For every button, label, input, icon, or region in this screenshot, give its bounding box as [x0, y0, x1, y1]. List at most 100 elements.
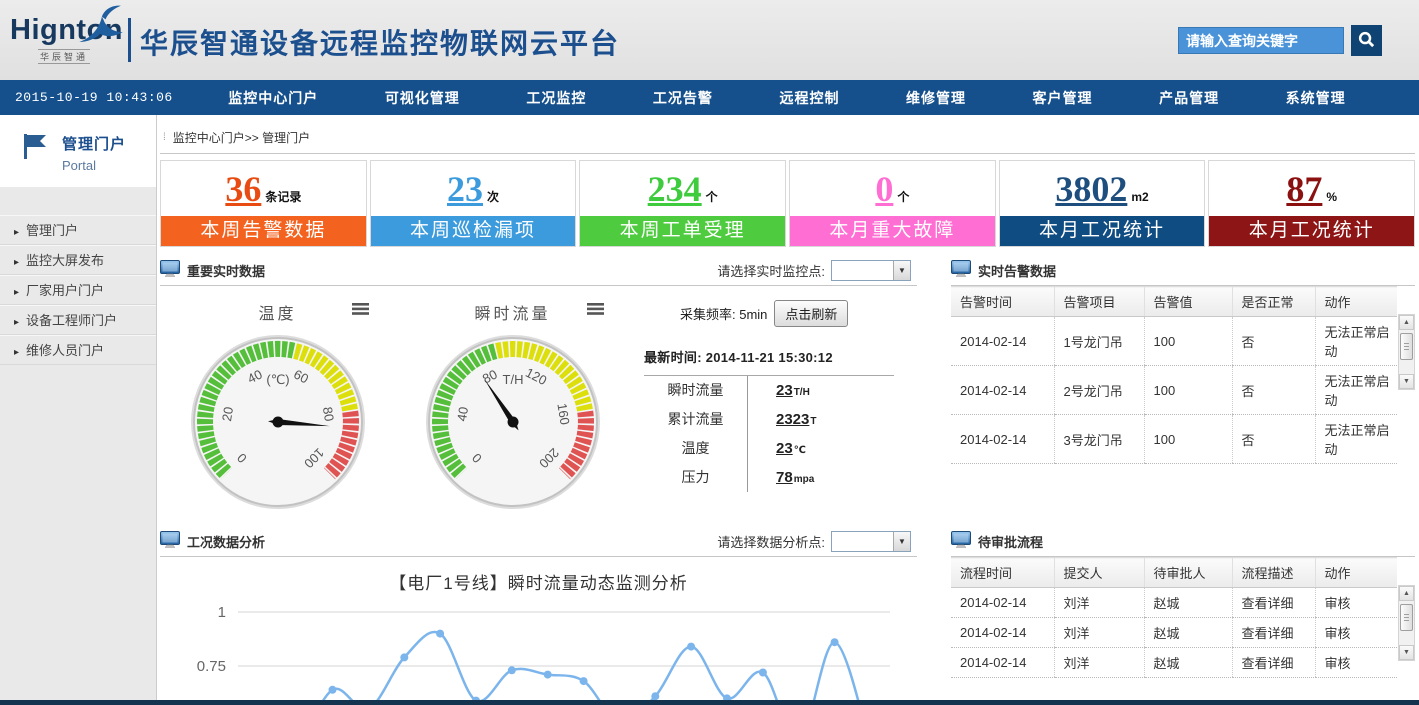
- stat-card[interactable]: 0 个 本月重大故障: [789, 160, 996, 247]
- nav-menu-item[interactable]: 维修管理: [906, 88, 966, 108]
- analysis-point-select[interactable]: ▼: [831, 531, 911, 552]
- stat-unit: %: [1326, 190, 1337, 204]
- column-header: 流程时间: [951, 558, 1054, 588]
- stat-unit: 次: [487, 188, 499, 205]
- nav-menu-item[interactable]: 可视化管理: [385, 88, 460, 108]
- stat-value-link[interactable]: 234: [648, 171, 702, 207]
- svg-text:(℃): (℃): [266, 372, 289, 387]
- sample-frequency-label: 采集频率: 5min: [680, 304, 767, 323]
- metric-value: 23: [776, 440, 793, 457]
- temperature-gauge: 020406080100(℃): [188, 332, 368, 512]
- logo-divider: [128, 18, 131, 62]
- table-scrollbar[interactable]: ▲ ▼: [1398, 314, 1415, 390]
- table-scrollbar[interactable]: ▲ ▼: [1398, 585, 1415, 661]
- alarm-panel: 实时告警数据 告警时间告警项目告警值是否正常动作 2014-02-14: [951, 256, 1415, 517]
- scroll-down-icon[interactable]: ▼: [1399, 374, 1414, 389]
- metric-unit: ℃: [794, 445, 806, 456]
- monitor-icon: [951, 260, 971, 282]
- arrow-right-icon: ▸: [14, 317, 19, 328]
- realtime-info-column: 采集频率: 5min 点击刷新 最新时间: 2014-11-21 15:30:1…: [630, 294, 917, 517]
- metric-row: 累计流量 2323 T: [644, 405, 911, 434]
- stat-card[interactable]: 36 条记录 本周告警数据: [160, 160, 367, 247]
- stat-value-link[interactable]: 3802: [1055, 171, 1127, 207]
- chevron-down-icon: ▼: [893, 532, 910, 551]
- stat-label-bar: 本月工况统计: [1209, 216, 1414, 246]
- analysis-panel: 工况数据分析 请选择数据分析点: ▼ 【电厂1号线】瞬时流量动态监测分析 10.…: [160, 527, 917, 705]
- breadcrumb: ⁞ 监控中心门户>> 管理门户: [160, 126, 1415, 154]
- sidebar-item[interactable]: ▸监控大屏发布: [0, 245, 156, 275]
- sidebar-item[interactable]: ▸管理门户: [0, 215, 156, 245]
- stat-card[interactable]: 23 次 本周巡检漏项: [370, 160, 577, 247]
- sidebar-item[interactable]: ▸维修人员门户: [0, 335, 156, 365]
- metric-row: 温度 23 ℃: [644, 434, 911, 463]
- search-icon: [1357, 30, 1376, 52]
- analysis-point-select-label: 请选择数据分析点:: [717, 532, 825, 551]
- main-content: ⁞ 监控中心门户>> 管理门户 36 条记录 本周告警数据: [157, 115, 1419, 705]
- table-row[interactable]: 2014-02-14 刘洋 赵城 查看详细 审核: [951, 588, 1397, 618]
- metric-row: 瞬时流量 23 T/H: [644, 376, 911, 405]
- metric-list: 瞬时流量 23 T/H 累计流量 2323 T: [644, 376, 911, 492]
- stat-label-bar: 本月工况统计: [1000, 216, 1205, 246]
- table-row[interactable]: 2014-02-14 3号龙门吊 100 否 无法正常启动: [951, 415, 1397, 464]
- refresh-button[interactable]: 点击刷新: [774, 300, 848, 327]
- stat-label-bar: 本周工单受理: [580, 216, 785, 246]
- nav-menu-item[interactable]: 远程控制: [779, 88, 839, 108]
- stat-value-link[interactable]: 87: [1286, 171, 1322, 207]
- table-row[interactable]: 2014-02-14 刘洋 赵城 查看详细 审核: [951, 648, 1397, 678]
- nav-menu-item[interactable]: 工况监控: [526, 88, 586, 108]
- nav-menu-item[interactable]: 客户管理: [1033, 88, 1093, 108]
- portal-title: 管理门户: [62, 133, 126, 154]
- clock-timestamp: 2015-10-19 10:43:06: [0, 90, 195, 105]
- column-header: 待审批人: [1144, 558, 1232, 588]
- sidebar-item[interactable]: ▸设备工程师门户: [0, 305, 156, 335]
- stat-label-bar: 本周告警数据: [161, 216, 366, 246]
- monitor-point-select[interactable]: ▼: [831, 260, 911, 281]
- scroll-up-icon[interactable]: ▲: [1399, 586, 1414, 601]
- antelope-logo-icon: [72, 2, 130, 49]
- metric-label: 累计流量: [644, 405, 748, 434]
- monitor-icon: [951, 531, 971, 553]
- logo-subtext: 华辰智通: [38, 49, 90, 64]
- metric-unit: T: [810, 416, 816, 427]
- scrollbar-thumb[interactable]: [1400, 333, 1413, 360]
- gauge-menu-icon[interactable]: [352, 302, 369, 320]
- column-header: 动作: [1315, 558, 1397, 588]
- top-header: Hignton 华辰智通 华辰智通设备远程监控物联网云平台: [0, 0, 1419, 80]
- scroll-down-icon[interactable]: ▼: [1399, 645, 1414, 660]
- stat-card[interactable]: 234 个 本周工单受理: [579, 160, 786, 247]
- stat-value-link[interactable]: 23: [447, 171, 483, 207]
- nav-menu-item[interactable]: 系统管理: [1286, 88, 1346, 108]
- chart-title: 【电厂1号线】瞬时流量动态监测分析: [160, 569, 917, 594]
- svg-text:40: 40: [454, 406, 471, 423]
- stat-value-link[interactable]: 0: [875, 171, 893, 207]
- nav-menu-item[interactable]: 产品管理: [1159, 88, 1219, 108]
- metric-unit: mpa: [794, 474, 815, 485]
- stat-card[interactable]: 3802 m2 本月工况统计: [999, 160, 1206, 247]
- metric-value: 78: [776, 469, 793, 486]
- portal-subtitle: Portal: [62, 158, 126, 173]
- dashboard-screen: Hignton 华辰智通 华辰智通设备远程监控物联网云平台 2015-10-19…: [0, 0, 1419, 705]
- main-navbar: 2015-10-19 10:43:06 监控中心门户 可视化管理 工况监控 工况告警 远…: [0, 80, 1419, 115]
- sidebar: 管理门户 Portal ▸管理门户 ▸监控大屏发布 ▸厂家用户门户 ▸设备工程师…: [0, 115, 157, 705]
- scroll-up-icon[interactable]: ▲: [1399, 315, 1414, 330]
- arrow-right-icon: ▸: [14, 347, 19, 358]
- alarm-table: 告警时间告警项目告警值是否正常动作 2014-02-14 1号龙门吊 100 否: [951, 286, 1397, 464]
- logo: Hignton 华辰智通: [10, 14, 125, 65]
- scrollbar-thumb[interactable]: [1400, 604, 1413, 631]
- nav-menu-item[interactable]: 工况告警: [653, 88, 713, 108]
- svg-text:T/H: T/H: [502, 372, 523, 387]
- search-input[interactable]: [1178, 27, 1344, 54]
- page-title: 华辰智通设备远程监控物联网云平台: [140, 22, 620, 62]
- metric-label: 瞬时流量: [644, 376, 748, 405]
- table-row[interactable]: 2014-02-14 刘洋 赵城 查看详细 审核: [951, 618, 1397, 648]
- search-button[interactable]: [1351, 25, 1382, 56]
- metric-label: 压力: [644, 463, 748, 492]
- gauge-menu-icon[interactable]: [587, 302, 604, 320]
- table-row[interactable]: 2014-02-14 1号龙门吊 100 否 无法正常启动: [951, 317, 1397, 366]
- table-row[interactable]: 2014-02-14 2号龙门吊 100 否 无法正常启动: [951, 366, 1397, 415]
- nav-menu-item[interactable]: 监控中心门户: [228, 88, 318, 108]
- chevron-down-icon: ▼: [893, 261, 910, 280]
- stat-value-link[interactable]: 36: [225, 171, 261, 207]
- sidebar-item[interactable]: ▸厂家用户门户: [0, 275, 156, 305]
- stat-card[interactable]: 87 % 本月工况统计: [1208, 160, 1415, 247]
